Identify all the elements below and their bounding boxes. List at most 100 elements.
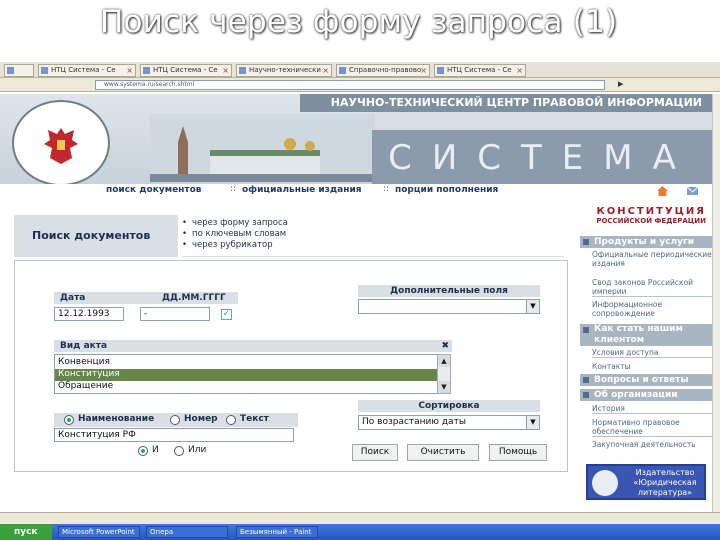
constitution-title: КОНСТИТУЦИЯ: [596, 206, 706, 217]
nav-separator: ::: [383, 184, 390, 194]
close-icon[interactable]: ✖: [441, 340, 449, 352]
search-button[interactable]: Поиск: [352, 444, 398, 461]
publisher-banner[interactable]: Издательство «Юридическая литература»: [586, 464, 706, 500]
sidebar-link[interactable]: Условия доступа: [592, 348, 712, 358]
status-bar: [0, 512, 720, 524]
search-in-options: Наименование Номер Текст: [54, 413, 298, 427]
constitution-banner[interactable]: КОНСТИТУЦИЯ РОССИЙСКОЙ ФЕДЕРАЦИИ: [580, 206, 712, 232]
scroll-down-icon[interactable]: ▼: [438, 381, 450, 393]
date-from-input[interactable]: 12.12.1993: [54, 307, 124, 321]
close-icon[interactable]: ×: [420, 65, 427, 76]
extra-fields-header: Дополнительные поля: [358, 285, 540, 297]
sidebar-section-faq[interactable]: Вопросы и ответы: [580, 374, 712, 386]
address-bar: www.systema.ru/search.shtml ▶: [0, 78, 720, 92]
taskbar-item[interactable]: Microsoft PowerPoint: [58, 526, 140, 538]
url-input[interactable]: www.systema.ru/search.shtml: [95, 80, 605, 90]
method-rubricator[interactable]: через рубрикатор: [182, 240, 273, 250]
radio-or-label: Или: [188, 445, 207, 455]
chevron-down-icon: ▼: [526, 416, 539, 429]
browser-tab-2[interactable]: НТЦ Система - Се ×: [140, 64, 232, 77]
browser-tab-4[interactable]: Справочно-правово ×: [336, 64, 430, 77]
extra-fields-label: Дополнительные поля: [390, 286, 508, 296]
radio-name[interactable]: [64, 415, 74, 425]
close-icon[interactable]: ×: [322, 65, 329, 76]
mail-icon[interactable]: [686, 184, 699, 197]
brand-panel: СИСТЕМА: [372, 130, 712, 184]
nav-item-updates[interactable]: порции пополнения: [395, 185, 498, 195]
list-item[interactable]: Обращение: [58, 381, 113, 391]
constitution-subtitle: РОССИЙСКОЙ ФЕДЕРАЦИИ: [596, 217, 706, 225]
date-header: Дата ДД.ММ.ГГГГ: [54, 292, 238, 304]
start-button[interactable]: пуск: [0, 524, 52, 540]
act-type-list[interactable]: Конвенция Конституция Обращение: [54, 354, 438, 394]
sidebar-link[interactable]: Контакты: [592, 362, 712, 371]
sort-value: По возрастанию даты: [362, 417, 466, 427]
clear-button[interactable]: Очистить: [407, 444, 479, 461]
menu-button[interactable]: [4, 64, 34, 77]
search-panel-title: Поиск документов: [32, 229, 151, 242]
radio-and-label: И: [152, 445, 159, 455]
go-icon[interactable]: ▶: [618, 80, 623, 88]
date-label: Дата: [60, 293, 86, 303]
radio-and[interactable]: [138, 446, 148, 456]
radio-or[interactable]: [174, 446, 184, 456]
sidebar-link[interactable]: Информационное сопровождение: [592, 300, 712, 318]
list-item-selected[interactable]: Конституция: [58, 369, 120, 379]
nav-item-search[interactable]: поиск документов: [106, 185, 201, 195]
close-icon[interactable]: ×: [222, 65, 229, 76]
slide-title-area: Поиск через форму запроса (1): [0, 0, 720, 50]
sidebar-section-about[interactable]: Об организации: [580, 389, 712, 401]
tab-label: НТЦ Система - Се: [153, 66, 218, 74]
slide-title: Поиск через форму запроса (1): [100, 4, 618, 40]
radio-text-label: Текст: [240, 414, 269, 424]
browser-tab-1[interactable]: НТЦ Система - Се ×: [38, 64, 136, 77]
sort-select[interactable]: По возрастанию даты ▼: [358, 415, 540, 430]
home-icon[interactable]: [656, 184, 669, 197]
scroll-up-icon[interactable]: ▲: [438, 355, 450, 367]
date-to-input[interactable]: -: [140, 307, 210, 321]
close-icon[interactable]: ×: [126, 65, 133, 76]
official-seal-logo: [12, 100, 110, 184]
nav-item-official[interactable]: официальные издания: [242, 185, 362, 195]
radio-name-label: Наименование: [78, 414, 155, 424]
sidebar-link[interactable]: Нормативно правовое обеспечение: [592, 418, 712, 437]
sort-label: Сортировка: [418, 401, 480, 411]
act-type-header: Вид акта ✖: [54, 340, 452, 352]
method-form[interactable]: через форму запроса: [182, 218, 288, 228]
sidebar-section-products[interactable]: Продукты и услуги: [580, 236, 712, 248]
brand-name: СИСТЕМА: [388, 138, 696, 178]
browser-tab-5[interactable]: НТЦ Система - Се ×: [434, 64, 526, 77]
radio-text[interactable]: [226, 415, 236, 425]
sidebar-link[interactable]: История: [592, 404, 712, 414]
chevron-down-icon: ▼: [526, 300, 539, 313]
org-name: НАУЧНО-ТЕХНИЧЕСКИЙ ЦЕНТР ПРАВОВОЙ ИНФОРМ…: [300, 94, 712, 112]
publisher-logo-icon: [592, 470, 618, 496]
sidebar-link[interactable]: Свод законов Российской империи: [592, 278, 712, 297]
main-nav: поиск документов :: официальные издания …: [0, 184, 712, 198]
act-list-scrollbar[interactable]: ▲ ▼: [437, 354, 451, 394]
nav-separator: ::: [230, 184, 237, 194]
tab-label: НТЦ Система - Се: [447, 66, 512, 74]
list-item[interactable]: Конвенция: [58, 357, 110, 367]
tab-label: НТЦ Система - Се: [51, 66, 116, 74]
search-methods: через форму запроса по ключевым словам ч…: [182, 216, 564, 257]
extra-fields-select[interactable]: ▼: [358, 299, 540, 314]
browser-tab-3[interactable]: Научно-технически ×: [236, 64, 332, 77]
sidebar-section-client[interactable]: Как стать нашим клиентом: [580, 324, 712, 346]
date-checkbox[interactable]: ✓: [221, 309, 232, 320]
sidebar-link[interactable]: Закупочная деятельность: [592, 440, 712, 449]
help-button[interactable]: Помощь: [489, 444, 547, 461]
browser-tab-bar: НТЦ Система - Се × НТЦ Система - Се × Науч…: [0, 62, 720, 78]
radio-number[interactable]: [170, 415, 180, 425]
site-banner: НАУЧНО-ТЕХНИЧЕСКИЙ ЦЕНТР ПРАВОВОЙ ИНФОРМ…: [0, 94, 712, 184]
sidebar-link[interactable]: Официальные периодические издания: [592, 250, 712, 268]
taskbar-item[interactable]: Опера: [146, 526, 228, 538]
sort-header: Сортировка: [358, 400, 540, 412]
close-icon[interactable]: ×: [516, 65, 523, 76]
radio-number-label: Номер: [184, 414, 218, 424]
page-scrollbar[interactable]: [712, 94, 720, 514]
method-keywords[interactable]: по ключевым словам: [182, 229, 286, 239]
taskbar-item[interactable]: Безымянный - Paint: [236, 526, 318, 538]
search-value-input[interactable]: Конституция РФ: [54, 428, 294, 442]
tab-label: Справочно-правово: [349, 66, 422, 74]
